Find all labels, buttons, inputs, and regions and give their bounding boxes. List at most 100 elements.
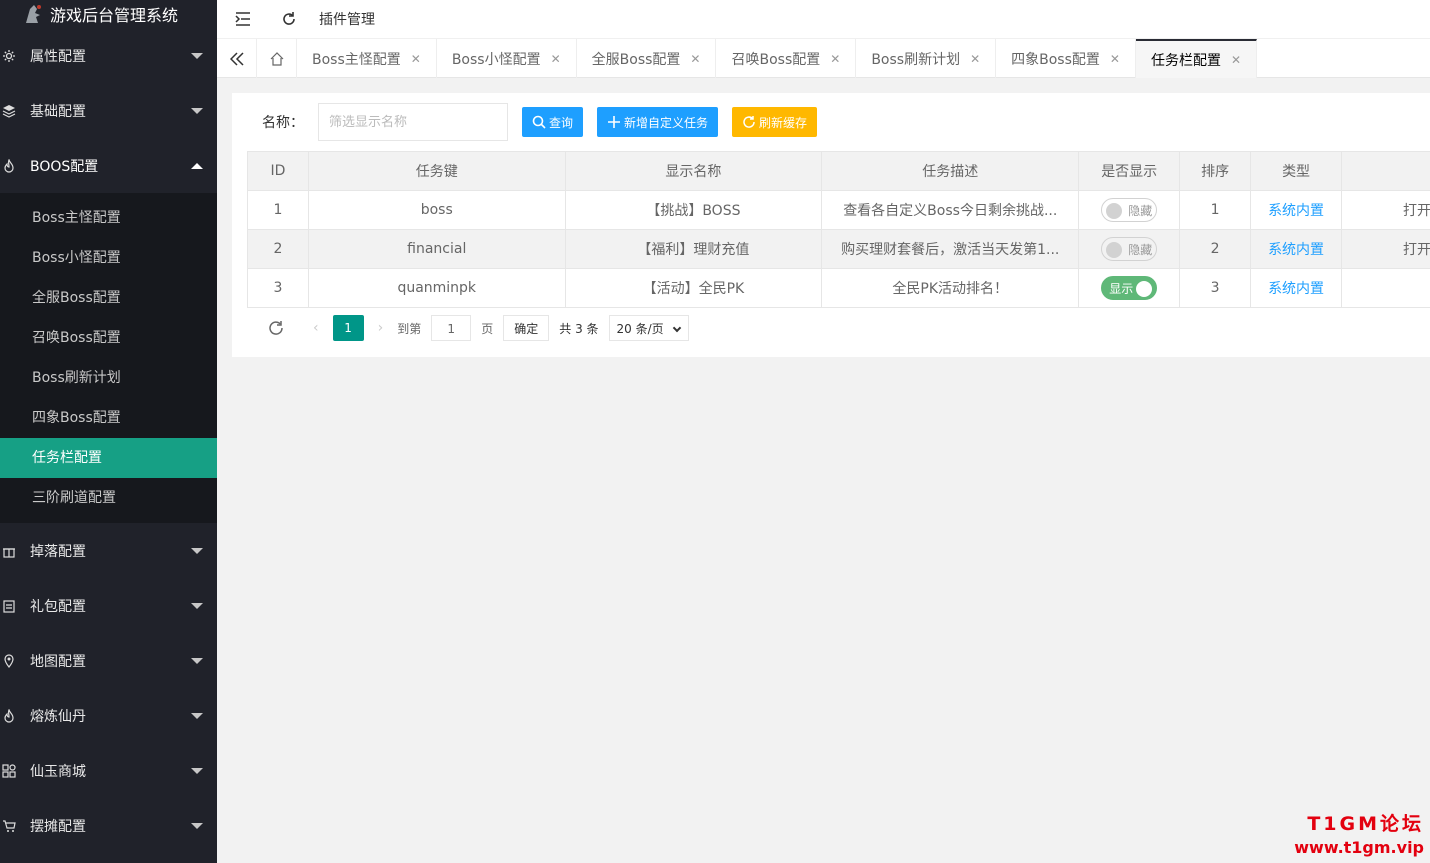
cell-visible: 隐藏 — [1078, 229, 1181, 269]
page-tab[interactable]: 四象Boss配置 ✕ — [996, 39, 1136, 78]
column-header — [1341, 151, 1430, 191]
prev-page-button[interactable]: ‹ — [313, 320, 319, 336]
column-header: 任务描述 — [821, 151, 1080, 191]
caret-down-icon — [191, 767, 203, 774]
sidebar: 游戏后台管理系统 属性配置基础配置 BOOS配置 Boss主怪配置 Boss小怪配置… — [0, 0, 217, 863]
page-tab[interactable]: 全服Boss配置 ✕ — [577, 39, 717, 78]
menu-group-bottom-4[interactable]: 仙玉商城 — [0, 743, 217, 798]
cart-icon — [2, 819, 16, 833]
menu-group-top-1[interactable]: 基础配置 — [0, 83, 217, 138]
caret-down-icon — [191, 107, 203, 114]
type-link[interactable]: 系统内置 — [1268, 281, 1324, 297]
cell-id: 3 — [247, 268, 309, 308]
menu-group-bottom-5[interactable]: 摆摊配置 — [0, 798, 217, 853]
visible-toggle[interactable]: 隐藏 — [1101, 237, 1158, 261]
sidebar-sub-item[interactable]: Boss主怪配置 — [0, 198, 217, 238]
goto-page-input[interactable]: 1 — [431, 315, 472, 341]
caret-down-icon — [191, 602, 203, 609]
page-suffix: 页 — [481, 321, 494, 336]
sidebar-sub-item[interactable]: Boss刷新计划 — [0, 358, 217, 398]
visible-toggle[interactable]: 显示 — [1101, 276, 1158, 300]
search-icon — [532, 115, 546, 129]
app-logo[interactable]: 游戏后台管理系统 — [0, 0, 217, 28]
menu-group-top-2[interactable]: BOOS配置 — [0, 138, 217, 193]
add-custom-task-button[interactable]: 新增自定义任务 — [597, 107, 719, 137]
close-icon[interactable]: ✕ — [970, 52, 980, 66]
cell-action[interactable]: 打开 — [1341, 229, 1430, 269]
column-header: ID — [247, 151, 309, 191]
per-page-select[interactable]: 20 条/页 — [608, 315, 689, 341]
close-icon[interactable]: ✕ — [551, 52, 561, 66]
menu-group-label: 地图配置 — [30, 653, 86, 670]
watermark: T1GM论坛 www.t1gm.vip — [1294, 809, 1424, 857]
toggle-label: 显示 — [1109, 281, 1134, 296]
caret-down-icon — [191, 822, 203, 829]
column-header: 排序 — [1179, 151, 1252, 191]
caret-down-icon — [191, 547, 203, 554]
chevron-down-icon — [672, 323, 681, 333]
cell-type: 系统内置 — [1250, 229, 1343, 269]
name-search-input[interactable] — [318, 103, 508, 141]
current-page[interactable]: 1 — [332, 315, 364, 341]
sidebar-sub-item[interactable]: 召唤Boss配置 — [0, 318, 217, 358]
top-title[interactable]: 插件管理 — [319, 9, 375, 29]
menu-group-label: 属性配置 — [30, 48, 86, 65]
tab-label: 四象Boss配置 — [1011, 51, 1100, 68]
close-icon[interactable]: ✕ — [411, 52, 421, 66]
add-button-label: 新增自定义任务 — [624, 115, 709, 130]
close-icon[interactable]: ✕ — [690, 52, 700, 66]
type-link[interactable]: 系统内置 — [1268, 242, 1324, 258]
menu-group-bottom-0[interactable]: 掉落配置 — [0, 523, 217, 578]
logo-icon — [26, 5, 41, 23]
visible-toggle[interactable]: 隐藏 — [1101, 198, 1158, 222]
cell-description: 全民PK活动排名！ — [821, 268, 1080, 308]
menu-group-bottom-2[interactable]: 地图配置 — [0, 633, 217, 688]
toggle-knob — [1106, 242, 1123, 258]
sidebar-sub-item[interactable]: 全服Boss配置 — [0, 278, 217, 318]
sidebar-sub-item[interactable]: 四象Boss配置 — [0, 398, 217, 438]
cell-action[interactable] — [1341, 268, 1430, 308]
cell-type: 系统内置 — [1250, 268, 1343, 308]
cell-action[interactable]: 打开 — [1341, 190, 1430, 230]
cell-display-name: 【活动】全民PK — [564, 268, 823, 308]
query-button[interactable]: 查询 — [522, 107, 584, 137]
tab-home[interactable] — [257, 39, 297, 78]
page-tab[interactable]: Boss刷新计划 ✕ — [856, 39, 997, 78]
sidebar-sub-item[interactable]: Boss小怪配置 — [0, 238, 217, 278]
sidebar-sub-item[interactable]: 任务栏配置 — [0, 438, 217, 478]
column-header: 是否显示 — [1078, 151, 1181, 191]
refresh-cache-button[interactable]: 刷新缓存 — [732, 107, 818, 137]
caret-down-icon — [191, 657, 203, 664]
close-icon[interactable]: ✕ — [1231, 53, 1241, 67]
name-label: 名称： — [262, 115, 304, 131]
tab-label: Boss小怪配置 — [451, 51, 541, 68]
menu-group-label: 熔炼仙丹 — [30, 708, 86, 725]
menu-group-top-0[interactable]: 属性配置 — [0, 28, 217, 83]
tab-scroll-left[interactable] — [217, 39, 257, 78]
tab-label: 召唤Boss配置 — [731, 51, 821, 68]
page-tab[interactable]: Boss小怪配置 ✕ — [437, 39, 577, 78]
cell-description: 购买理财套餐后，激活当天发第1... — [821, 229, 1080, 269]
sidebar-sub-item[interactable]: 三阶刷道配置 — [0, 478, 217, 518]
caret-down-icon — [191, 52, 203, 59]
page-tab[interactable]: 召唤Boss配置 ✕ — [716, 39, 857, 78]
refresh-icon[interactable] — [281, 11, 297, 27]
table-refresh-icon[interactable] — [267, 319, 285, 337]
cell-display-name: 【挑战】BOSS — [564, 190, 823, 230]
next-page-button[interactable]: › — [378, 320, 384, 336]
goto-confirm-button[interactable]: 确定 — [503, 315, 550, 341]
type-link[interactable]: 系统内置 — [1268, 203, 1324, 219]
cell-id: 1 — [247, 190, 309, 230]
menu-collapse-icon[interactable] — [235, 11, 251, 27]
close-icon[interactable]: ✕ — [830, 52, 840, 66]
close-icon[interactable]: ✕ — [1110, 52, 1120, 66]
column-header: 任务键 — [307, 151, 566, 191]
tab-label: 全服Boss配置 — [591, 51, 681, 68]
menu-group-bottom-3[interactable]: 熔炼仙丹 — [0, 688, 217, 743]
page-tab[interactable]: 任务栏配置 ✕ — [1135, 39, 1258, 78]
cell-visible: 隐藏 — [1078, 190, 1181, 230]
page-tab[interactable]: Boss主怪配置 ✕ — [297, 39, 437, 78]
toggle-label: 隐藏 — [1128, 242, 1153, 257]
total-count: 共 3 条 — [559, 321, 599, 336]
menu-group-bottom-1[interactable]: 礼包配置 — [0, 578, 217, 633]
